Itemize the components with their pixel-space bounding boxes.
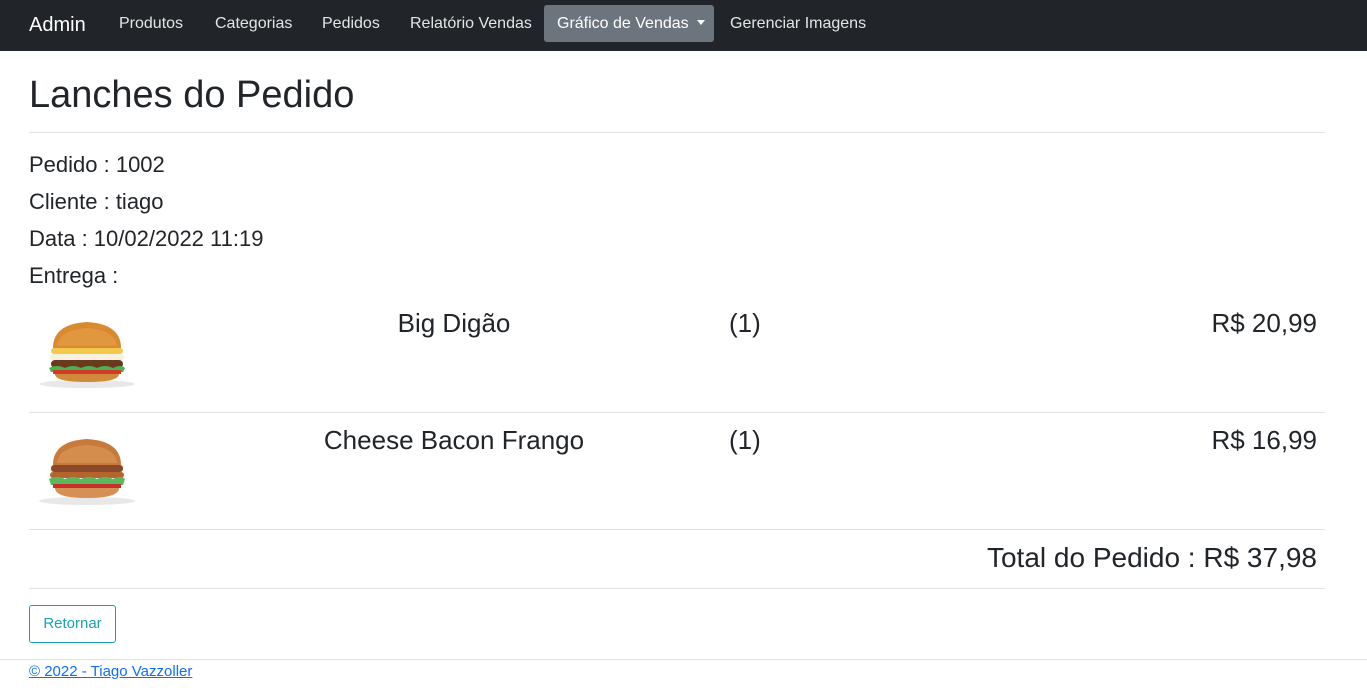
total-divider: [29, 588, 1325, 589]
return-button[interactable]: Retornar: [29, 605, 116, 643]
order-date: Data : 10/02/2022 11:19: [29, 226, 264, 251]
item-price: R$ 16,99: [1211, 425, 1317, 455]
nav-grafico-vendas-dropdown[interactable]: Gráfico de Vendas: [544, 5, 714, 42]
nav-pedidos[interactable]: Pedidos: [309, 5, 393, 42]
order-client: Cliente : tiago: [29, 189, 164, 214]
caret-down-icon: [696, 20, 705, 25]
row-divider: [29, 529, 1325, 530]
top-navbar: Admin Produtos Categorias Pedidos Relató…: [0, 0, 1367, 51]
nav-produtos[interactable]: Produtos: [106, 5, 196, 42]
item-quantity: (1): [729, 308, 761, 338]
nav-gerenciar-imagens[interactable]: Gerenciar Imagens: [717, 5, 879, 42]
footer-divider: [0, 659, 1367, 660]
title-divider: [29, 132, 1325, 133]
order-item-row: Cheese Bacon Frango (1) R$ 16,99: [29, 413, 1325, 530]
item-name: Cheese Bacon Frango: [323, 425, 585, 455]
brand-link[interactable]: Admin: [29, 12, 86, 38]
nav-relatorio-vendas[interactable]: Relatório Vendas: [397, 5, 545, 42]
hamburger-image: [39, 439, 135, 505]
hamburger-image: [39, 322, 135, 388]
order-number: Pedido : 1002: [29, 152, 165, 177]
nav-categorias[interactable]: Categorias: [202, 5, 305, 42]
order-delivery: Entrega :: [29, 263, 119, 288]
footer-link[interactable]: © 2022 - Tiago Vazzoller: [29, 663, 192, 681]
item-price: R$ 20,99: [1211, 308, 1317, 338]
item-quantity: (1): [729, 425, 761, 455]
order-item-row: Big Digão (1) R$ 20,99: [29, 296, 1325, 413]
nav-grafico-vendas-label: Gráfico de Vendas: [557, 15, 689, 32]
item-name: Big Digão: [397, 308, 511, 338]
page-title: Lanches do Pedido: [29, 74, 355, 116]
order-total: Total do Pedido : R$ 37,98: [986, 542, 1317, 573]
